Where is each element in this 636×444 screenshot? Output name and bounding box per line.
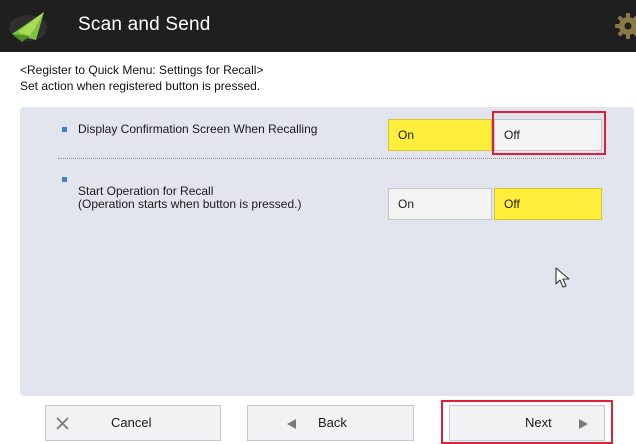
row-bullet-icon [62, 127, 67, 132]
cancel-button[interactable]: Cancel [45, 405, 221, 441]
highlight-box-off [492, 111, 606, 155]
title-bar: Scan and Send [0, 0, 636, 52]
setting-label-line: (Operation starts when button is pressed… [78, 197, 302, 211]
back-arrow-icon [287, 419, 296, 429]
close-icon [56, 417, 69, 430]
back-button-label: Back [318, 415, 347, 430]
start-operation-on-button[interactable]: On [388, 188, 492, 220]
highlight-box-next [441, 400, 613, 444]
instructions: <Register to Quick Menu: Settings for Re… [20, 62, 263, 94]
mouse-cursor-icon [555, 267, 570, 288]
setting-label-line: Display Confirmation Screen When Recalli… [78, 122, 318, 136]
scan-send-icon [9, 12, 47, 42]
instructions-line-1: <Register to Quick Menu: Settings for Re… [20, 63, 264, 77]
display-confirmation-on-button[interactable]: On [388, 119, 492, 151]
cancel-button-label: Cancel [111, 415, 152, 430]
setting-label-start-operation: Start Operation for Recall (Operation st… [78, 185, 301, 211]
window-title: Scan and Send [78, 14, 211, 35]
setting-label-display-confirmation: Display Confirmation Screen When Recalli… [78, 123, 317, 136]
back-button[interactable]: Back [247, 405, 414, 441]
row-divider [58, 158, 604, 159]
start-operation-off-button[interactable]: Off [494, 188, 602, 220]
instructions-line-2: Set action when registered button is pre… [20, 79, 261, 93]
gear-icon[interactable] [614, 12, 636, 40]
row-bullet-icon [62, 177, 67, 182]
